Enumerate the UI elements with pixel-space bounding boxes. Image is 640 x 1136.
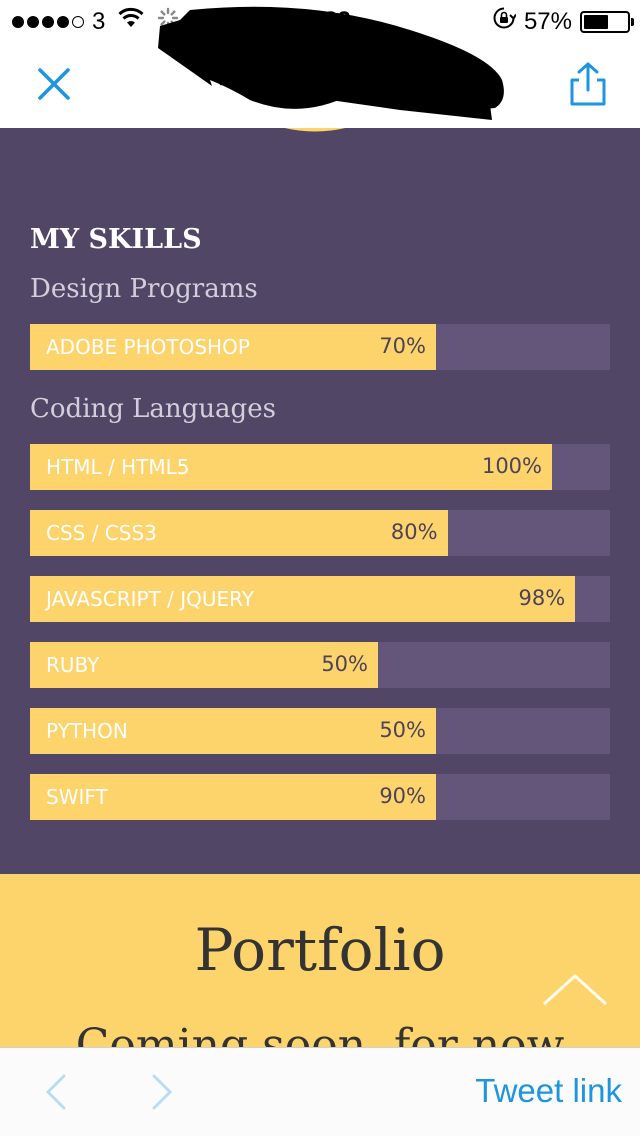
- battery-level: [584, 14, 608, 29]
- forward-button[interactable]: [148, 1072, 178, 1112]
- skill-bar: JAVASCRIPT / JQUERY 98%: [30, 576, 610, 622]
- skill-percent: 80%: [390, 520, 438, 544]
- tweet-link-button[interactable]: Tweet link: [475, 1072, 622, 1110]
- skill-name: RUBY: [46, 653, 100, 677]
- skill-percent: 50%: [379, 718, 426, 742]
- skills-section: MY SKILLS Design Programs ADOBE PHOTOSHO…: [0, 128, 640, 874]
- skill-bar: ADOBE PHOTOSHOP 70%: [30, 324, 610, 370]
- skill-name: JAVASCRIPT / JQUERY: [46, 587, 254, 611]
- skill-name: PYTHON: [46, 719, 128, 743]
- share-button[interactable]: [564, 60, 612, 108]
- battery-percent: 57%: [523, 7, 572, 35]
- skill-bar: CSS / CSS3 80%: [30, 510, 610, 556]
- skill-name: ADOBE PHOTOSHOP: [46, 335, 250, 359]
- skill-bar: RUBY 50%: [30, 642, 610, 688]
- scroll-to-top-button[interactable]: [540, 970, 610, 1010]
- back-button[interactable]: [40, 1072, 70, 1112]
- skill-name: CSS / CSS3: [46, 521, 157, 545]
- page-content[interactable]: MY SKILLS Design Programs ADOBE PHOTOSHO…: [0, 128, 640, 1048]
- portfolio-subtitle: Coming soon, for now: [75, 1020, 565, 1048]
- chevron-right-icon: [152, 1074, 173, 1110]
- avatar: [284, 128, 346, 132]
- skill-percent: 98%: [518, 586, 566, 610]
- skill-percent: 90%: [379, 784, 426, 808]
- battery-icon: [580, 10, 634, 33]
- skill-group-title: Coding Languages: [30, 394, 276, 424]
- skill-bar: SWIFT 90%: [30, 774, 610, 820]
- portfolio-section: Portfolio Coming soon, for now: [0, 874, 640, 1048]
- skill-bar: PYTHON 50%: [30, 708, 610, 754]
- share-icon: [570, 62, 606, 106]
- skill-group-title: Design Programs: [30, 274, 258, 304]
- skill-percent: 100%: [481, 454, 542, 478]
- chevron-up-icon: [542, 973, 608, 1006]
- close-icon: [38, 68, 70, 100]
- skill-percent: 50%: [321, 652, 368, 676]
- bottom-toolbar: Tweet link: [0, 1047, 640, 1136]
- skills-heading: MY SKILLS: [30, 224, 202, 255]
- skill-percent: 70%: [379, 334, 426, 358]
- skill-name: HTML / HTML5: [46, 455, 190, 479]
- skill-bar: HTML / HTML5 100%: [30, 444, 610, 490]
- close-button[interactable]: [34, 64, 74, 104]
- redaction-mark: [158, 6, 504, 120]
- chevron-left-icon: [45, 1074, 66, 1110]
- skill-name: SWIFT: [46, 785, 108, 809]
